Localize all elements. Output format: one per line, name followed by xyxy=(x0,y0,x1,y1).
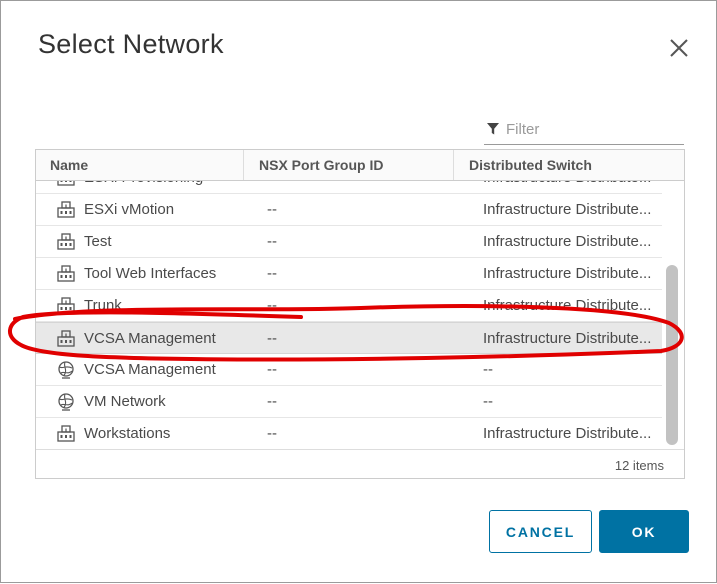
network-name: Tool Web Interfaces xyxy=(84,265,217,282)
select-network-dialog: Select Network Name NSX Port Group ID Di… xyxy=(0,0,717,583)
table-row[interactable]: Tool Web Interfaces -- Infrastructure Dist… xyxy=(36,258,662,290)
table-footer: 12 items xyxy=(36,449,684,478)
filter-input[interactable] xyxy=(506,118,676,140)
table-row[interactable]: ESXi vMotion -- Infrastructure Distribute.… xyxy=(36,194,662,226)
standard-network-globe-icon xyxy=(56,360,76,380)
cell-distributed-switch: Infrastructure Distribute... xyxy=(483,181,662,193)
distributed-portgroup-icon xyxy=(56,232,76,252)
cell-name: ESXi vMotion xyxy=(56,194,246,225)
distributed-portgroup-icon xyxy=(56,296,76,316)
column-header-name[interactable]: Name xyxy=(36,150,244,180)
filter-field[interactable] xyxy=(484,116,684,145)
scrollbar-thumb[interactable] xyxy=(666,265,678,445)
cell-nsx-port-group-id: -- xyxy=(267,181,447,193)
close-button[interactable] xyxy=(665,34,693,62)
table-body[interactable]: ESXi Provisioning -- Infrastructure Distri… xyxy=(36,181,662,449)
table-header: Name NSX Port Group ID Distributed Switc… xyxy=(36,150,684,181)
cell-nsx-port-group-id: -- xyxy=(267,233,277,250)
vertical-scrollbar[interactable] xyxy=(662,181,684,449)
cell-nsx-port-group-id: -- xyxy=(267,393,277,410)
funnel-icon xyxy=(487,123,499,135)
cell-nsx-port-group-id: -- xyxy=(267,201,277,218)
table-row[interactable]: VCSA Management -- -- xyxy=(36,354,662,386)
item-count: 12 items xyxy=(614,458,664,473)
cell-name: Tool Web Interfaces xyxy=(56,258,246,289)
cell-name: Workstations xyxy=(56,418,246,449)
cell-distributed-switch: Infrastructure Distribute... xyxy=(483,330,652,347)
network-table: Name NSX Port Group ID Distributed Switc… xyxy=(35,149,685,479)
distributed-portgroup-icon xyxy=(56,181,76,188)
cell-distributed-switch: Infrastructure Distribute... xyxy=(483,297,652,314)
table-row[interactable]: ESXi Provisioning -- Infrastructure Distri… xyxy=(36,181,662,194)
cancel-button[interactable]: CANCEL xyxy=(489,510,592,553)
cell-nsx-port-group-id: -- xyxy=(267,361,277,378)
column-header-nsx-port-group-id[interactable]: NSX Port Group ID xyxy=(244,150,454,180)
distributed-portgroup-icon xyxy=(56,329,76,349)
cell-nsx-port-group-id: -- xyxy=(267,297,277,314)
cell-distributed-switch: Infrastructure Distribute... xyxy=(483,201,652,218)
table-row[interactable]: Workstations -- Infrastructure Distribute.… xyxy=(36,418,662,449)
table-row[interactable]: VM Network -- -- xyxy=(36,386,662,418)
cell-name: ESXi Provisioning xyxy=(56,181,246,193)
cell-distributed-switch: Infrastructure Distribute... xyxy=(483,265,652,282)
cell-distributed-switch: -- xyxy=(483,361,493,378)
network-name: VM Network xyxy=(84,393,166,410)
close-icon xyxy=(670,39,688,57)
distributed-portgroup-icon xyxy=(56,264,76,284)
network-name: Trunk xyxy=(84,297,122,314)
cell-name: VCSA Management xyxy=(56,354,246,385)
cell-name: Trunk xyxy=(56,290,246,321)
cell-nsx-port-group-id: -- xyxy=(267,425,277,442)
network-name: VCSA Management xyxy=(84,361,216,378)
cell-name: Test xyxy=(56,226,246,257)
standard-network-globe-icon xyxy=(56,392,76,412)
table-row[interactable]: Test -- Infrastructure Distribute... xyxy=(36,226,662,258)
cell-nsx-port-group-id: -- xyxy=(267,265,277,282)
network-name: Workstations xyxy=(84,425,171,442)
cell-distributed-switch: Infrastructure Distribute... xyxy=(483,233,652,250)
cell-name: VCSA Management xyxy=(56,323,246,354)
dialog-title: Select Network xyxy=(38,29,224,59)
network-name: ESXi Provisioning xyxy=(84,181,203,193)
cell-distributed-switch: -- xyxy=(483,393,493,410)
table-row[interactable]: Trunk -- Infrastructure Distribute... xyxy=(36,290,662,322)
network-name: ESXi vMotion xyxy=(84,201,175,218)
table-rows: ESXi Provisioning -- Infrastructure Distri… xyxy=(36,181,662,449)
ok-button[interactable]: OK xyxy=(599,510,689,553)
cell-name: VM Network xyxy=(56,386,246,417)
cell-nsx-port-group-id: -- xyxy=(267,330,277,347)
distributed-portgroup-icon xyxy=(56,200,76,220)
network-name: VCSA Management xyxy=(84,330,216,347)
network-name: Test xyxy=(84,233,112,250)
cell-distributed-switch: Infrastructure Distribute... xyxy=(483,425,652,442)
distributed-portgroup-icon xyxy=(56,424,76,444)
column-header-distributed-switch[interactable]: Distributed Switch xyxy=(454,150,684,180)
table-row[interactable]: VCSA Management -- Infrastructure Distribu… xyxy=(36,322,662,354)
